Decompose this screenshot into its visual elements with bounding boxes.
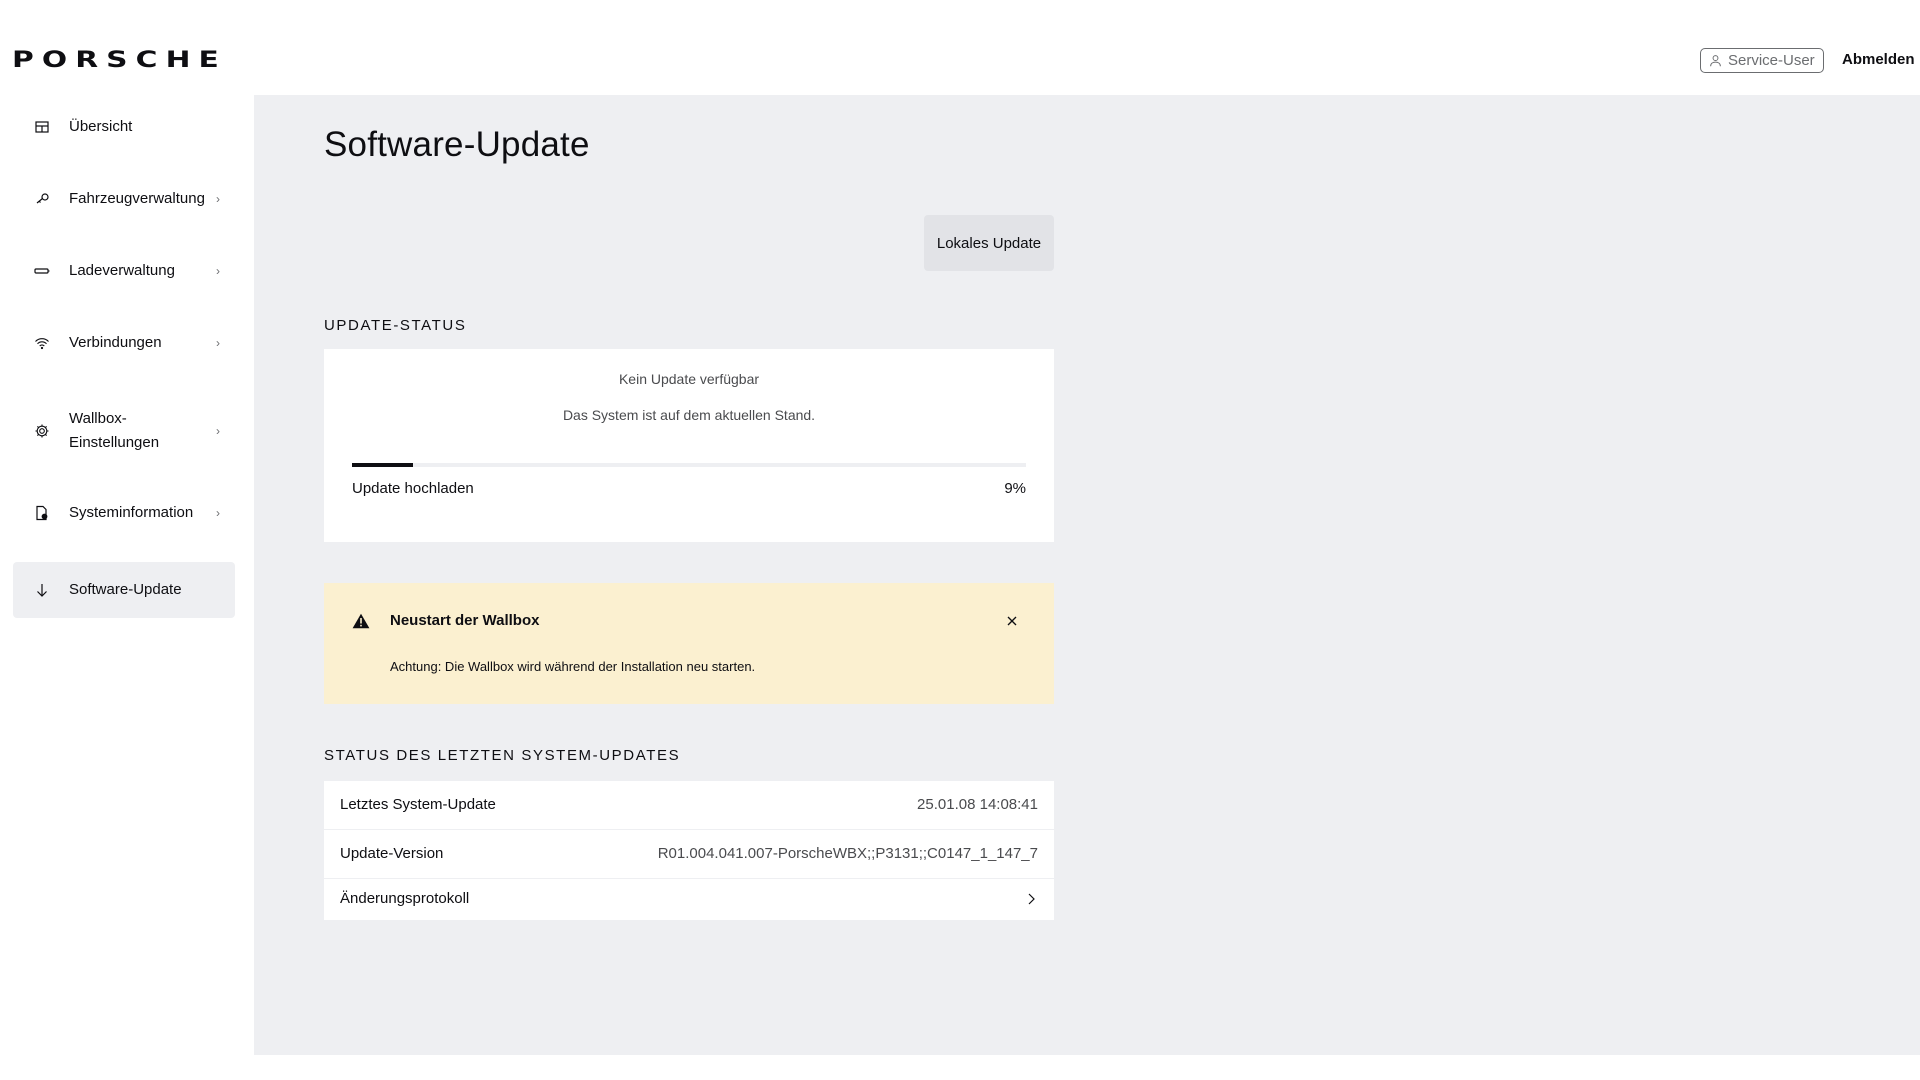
chevron-right-icon: › — [216, 506, 220, 520]
car-key-icon — [33, 190, 51, 208]
sidebar-item-label: Fahrzeugverwaltung — [69, 190, 205, 207]
chevron-right-icon — [1028, 893, 1035, 905]
sidebar-item-label: Wallbox- Einstellungen — [69, 407, 209, 455]
service-user-label: Service-User — [1728, 52, 1815, 69]
local-update-button[interactable]: Lokales Update — [924, 215, 1054, 271]
table-row: Update-Version R01.004.041.007-PorscheWB… — [324, 830, 1054, 879]
service-user-badge[interactable]: Service-User — [1700, 48, 1824, 73]
progress-percent: 9% — [1004, 480, 1026, 497]
dashboard-icon — [33, 118, 51, 136]
progress-bar — [352, 463, 1026, 467]
sidebar-item-verbindungen[interactable]: Verbindungen › — [13, 325, 235, 361]
table-row: Letztes System-Update 25.01.08 14:08:41 — [324, 781, 1054, 830]
update-status-description: Das System ist auf dem aktuellen Stand. — [562, 407, 816, 423]
update-status-title: Kein Update verfügbar — [618, 371, 760, 387]
download-arrow-icon — [33, 581, 51, 599]
sidebar-item-software-update[interactable]: Software-Update — [13, 562, 235, 618]
last-update-heading: STATUS DES LETZTEN SYSTEM-UPDATES — [324, 747, 681, 764]
warning-text: Achtung: Die Wallbox wird während der In… — [390, 659, 756, 674]
user-icon — [1710, 55, 1721, 67]
warning-banner: Neustart der Wallbox Achtung: Die Wallbo… — [324, 583, 1054, 704]
sidebar-item-label: Software-Update — [69, 581, 182, 598]
warning-icon — [352, 613, 370, 629]
main-content: Software-Update Lokales Update UPDATE-ST… — [254, 95, 1920, 1055]
close-icon[interactable] — [1004, 613, 1020, 629]
warning-title: Neustart der Wallbox — [390, 612, 540, 629]
chevron-right-icon: › — [216, 336, 220, 350]
sidebar-item-uebersicht[interactable]: Übersicht — [13, 109, 235, 145]
sidebar-item-fahrzeugverwaltung[interactable]: Fahrzeugverwaltung › — [13, 181, 235, 217]
row-key: Änderungsprotokoll — [340, 890, 470, 907]
wifi-icon — [33, 334, 51, 352]
sidebar-item-systeminformation[interactable]: Systeminformation › — [13, 495, 235, 531]
progress-label: Update hochladen — [352, 480, 474, 497]
header: PORSCHE Service-User Abmelden — [0, 0, 1920, 95]
gear-icon — [33, 422, 51, 440]
row-value: 25.01.08 14:08:41 — [917, 796, 1038, 813]
update-status-card: Kein Update verfügbar Das System ist auf… — [324, 349, 1054, 542]
sidebar-item-label: Systeminformation — [69, 504, 194, 521]
porsche-logo[interactable]: PORSCHE — [12, 48, 227, 73]
last-update-list: Letztes System-Update 25.01.08 14:08:41 … — [324, 781, 1054, 920]
row-key: Letztes System-Update — [340, 796, 496, 813]
sidebar-item-label: Verbindungen — [69, 334, 162, 351]
chevron-right-icon: › — [216, 424, 220, 438]
battery-icon — [33, 262, 51, 280]
row-value: R01.004.041.007-PorscheWBX;;P3131;;C0147… — [657, 845, 1038, 862]
sidebar: Übersicht Fahrzeugverwaltung › Ladeverwa… — [0, 95, 254, 1080]
sidebar-item-wallbox-einstellungen[interactable]: Wallbox- Einstellungen › — [13, 403, 235, 459]
sidebar-item-label-line1: Wallbox- — [69, 410, 127, 427]
sidebar-item-label-line2: Einstellungen — [69, 434, 160, 451]
sidebar-item-label: Ladeverwaltung — [69, 262, 175, 279]
chevron-right-icon: › — [216, 192, 220, 206]
progress-fill — [352, 463, 413, 467]
update-status-heading: UPDATE-STATUS — [324, 317, 467, 334]
chevron-right-icon: › — [216, 264, 220, 278]
changelog-row[interactable]: Änderungsprotokoll — [324, 879, 1054, 920]
sidebar-item-label: Übersicht — [69, 118, 133, 135]
document-info-icon — [33, 504, 51, 522]
sidebar-item-ladeverwaltung[interactable]: Ladeverwaltung › — [13, 253, 235, 289]
page-title: Software-Update — [324, 125, 590, 164]
row-key: Update-Version — [340, 845, 444, 862]
logout-link[interactable]: Abmelden — [1842, 51, 1915, 68]
